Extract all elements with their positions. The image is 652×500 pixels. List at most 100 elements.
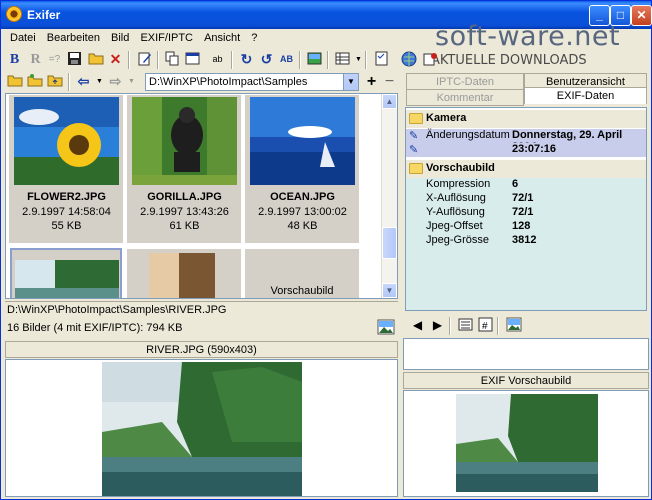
thumbnail-name: OCEAN.JPG	[270, 191, 335, 203]
tab-iptc-daten[interactable]: IPTC-Daten	[406, 73, 524, 90]
folder-star-icon[interactable]	[26, 73, 43, 90]
exif-row[interactable]: X-Auflösung 72/1	[406, 192, 646, 206]
toolbar-separator	[449, 317, 451, 335]
revert-icon[interactable]: R	[27, 51, 44, 68]
exif-preview-header: EXIF Vorschaubild	[403, 372, 649, 389]
exif-row[interactable]: Jpeg-Offset 128	[406, 220, 646, 234]
group-title: Vorschaubild	[426, 162, 495, 174]
thumbnail-size: 48 KB	[287, 220, 318, 232]
view-grid-icon[interactable]	[334, 51, 351, 68]
river-preview-image	[102, 362, 302, 496]
edit-document-icon[interactable]	[136, 51, 153, 68]
image-icon[interactable]	[306, 51, 323, 68]
exif-key: Kompression	[426, 178, 491, 190]
main-toolbar: B R =? ✕ ab ↻ ↺ AB ▼	[3, 49, 399, 71]
text-ab-icon[interactable]: ab	[209, 51, 226, 68]
hash-view-icon[interactable]: #	[477, 317, 494, 334]
thumbnail-cell[interactable]: FLOWER2.JPG 2.9.1997 14:58:04 55 KB	[8, 94, 124, 244]
thumbnail-cell[interactable]: GORILLA.JPG 2.9.1997 13:43:26 61 KB	[126, 94, 242, 244]
path-input-value: D:\WinXP\PhotoImpact\Samples	[149, 76, 308, 88]
open-folder-icon[interactable]	[87, 51, 104, 68]
image-view-icon[interactable]	[377, 319, 397, 337]
exif-value: 72/1	[512, 192, 534, 204]
pencil-icon: ✎	[409, 130, 419, 142]
thumbnail-name: FLOWER2.JPG	[27, 191, 106, 203]
exif-row[interactable]: ✎ Änderungsdatum Donnerstag, 29. April 2…	[406, 129, 646, 153]
toolbar-separator	[68, 73, 70, 91]
thumbnail-name: Vorschaubild	[270, 285, 334, 297]
globe-icon[interactable]	[400, 51, 417, 68]
ocean-thumbnail	[250, 97, 355, 185]
svg-text:#: #	[482, 321, 488, 332]
previous-icon[interactable]: ◀	[409, 317, 426, 334]
watermark-tagline: AKTUELLE DOWNLOADS	[431, 53, 587, 68]
exif-comment-box[interactable]	[403, 338, 649, 370]
forward-arrow-icon[interactable]: ⇨	[107, 73, 124, 90]
toolbar-separator	[128, 51, 130, 69]
tree-thumbnail	[149, 253, 215, 298]
thumbnail-size: 61 KB	[169, 220, 200, 232]
tab-exif-daten[interactable]: EXIF-Daten	[524, 87, 647, 104]
window-title: Exifer	[27, 8, 61, 22]
exif-row[interactable]: Kompression 6	[406, 178, 646, 192]
chevron-down-icon[interactable]: ▼	[343, 74, 358, 90]
river-exif-thumbnail	[456, 394, 598, 492]
bold-icon[interactable]: B	[6, 51, 23, 68]
thumbnail-cell[interactable]	[126, 248, 242, 298]
rotate-left-icon[interactable]: ↻	[238, 51, 255, 68]
thumbnail-cell-selected[interactable]	[10, 248, 122, 298]
menu-bild[interactable]: Bild	[107, 30, 133, 44]
next-icon[interactable]: ▶	[429, 317, 446, 334]
thumbnail-pane[interactable]: FLOWER2.JPG 2.9.1997 14:58:04 55 KB GORI…	[5, 93, 398, 299]
forward-dropdown-icon[interactable]: ▼	[123, 73, 140, 90]
back-dropdown-icon[interactable]: ▼	[91, 73, 108, 90]
scroll-up-icon[interactable]: ▲	[382, 94, 397, 109]
path-combo[interactable]: D:\WinXP\PhotoImpact\Samples ▼	[145, 73, 359, 91]
scroll-down-icon[interactable]: ▼	[382, 283, 397, 298]
sunflower-thumbnail	[14, 97, 119, 185]
current-file-path: D:\WinXP\PhotoImpact\Samples\RIVER.JPG	[5, 301, 398, 317]
rename-ab-icon[interactable]: AB	[278, 51, 295, 68]
thumbnail-date: 2.9.1997 13:00:02	[258, 206, 347, 218]
equals-icon[interactable]: =?	[46, 51, 63, 68]
delete-icon[interactable]: ✕	[107, 51, 124, 68]
thumbnail-cell[interactable]: Vorschaubild	[244, 248, 360, 298]
menu-help[interactable]: ?	[247, 30, 261, 44]
save-icon[interactable]	[66, 51, 83, 68]
list-view-icon[interactable]	[457, 317, 474, 334]
group-kamera[interactable]: Kamera	[406, 110, 646, 128]
menu-ansicht[interactable]: Ansicht	[200, 30, 244, 44]
close-button[interactable]: ✕	[631, 5, 652, 26]
exif-row[interactable]: ✎ 23:07:16	[406, 143, 646, 157]
add-icon[interactable]: +	[363, 73, 380, 90]
group-title: Kamera	[426, 112, 467, 124]
menu-bearbeiten[interactable]: Bearbeiten	[43, 30, 104, 44]
open-folder-icon[interactable]	[6, 73, 23, 90]
menu-datei[interactable]: Datei	[6, 30, 40, 44]
image-preview-pane	[5, 359, 398, 497]
remove-icon[interactable]: −	[381, 73, 398, 90]
window-icon[interactable]	[184, 51, 201, 68]
help-icon[interactable]	[421, 51, 438, 68]
group-vorschaubild[interactable]: Vorschaubild	[406, 160, 646, 178]
thumbnail-scrollbar[interactable]: ▲ ▼	[381, 94, 397, 298]
image-view-icon[interactable]	[505, 317, 522, 334]
thumbnail-cell[interactable]: OCEAN.JPG 2.9.1997 13:00:02 48 KB	[244, 94, 360, 244]
preview-header: RIVER.JPG (590x403)	[5, 341, 398, 358]
exif-key: Änderungsdatum	[426, 129, 510, 141]
tab-kommentar[interactable]: Kommentar	[406, 89, 524, 106]
settings-icon[interactable]	[373, 51, 390, 68]
scroll-thumb[interactable]	[382, 227, 397, 259]
exif-row[interactable]: Y-Auflösung 72/1	[406, 206, 646, 220]
sunflower-app-icon	[6, 6, 22, 22]
exif-row[interactable]: Jpeg-Grösse 3812	[406, 234, 646, 248]
folder-icon	[409, 113, 423, 124]
gorilla-thumbnail	[132, 97, 237, 185]
back-arrow-icon[interactable]: ⇦	[75, 73, 92, 90]
exif-value: 72/1	[512, 206, 534, 218]
menu-exif-iptc[interactable]: EXIF/IPTC	[136, 30, 197, 44]
copy-icon[interactable]	[164, 51, 181, 68]
folder-up-icon[interactable]	[46, 73, 63, 90]
exif-value: 3812	[512, 234, 537, 246]
rotate-right-icon[interactable]: ↺	[258, 51, 275, 68]
